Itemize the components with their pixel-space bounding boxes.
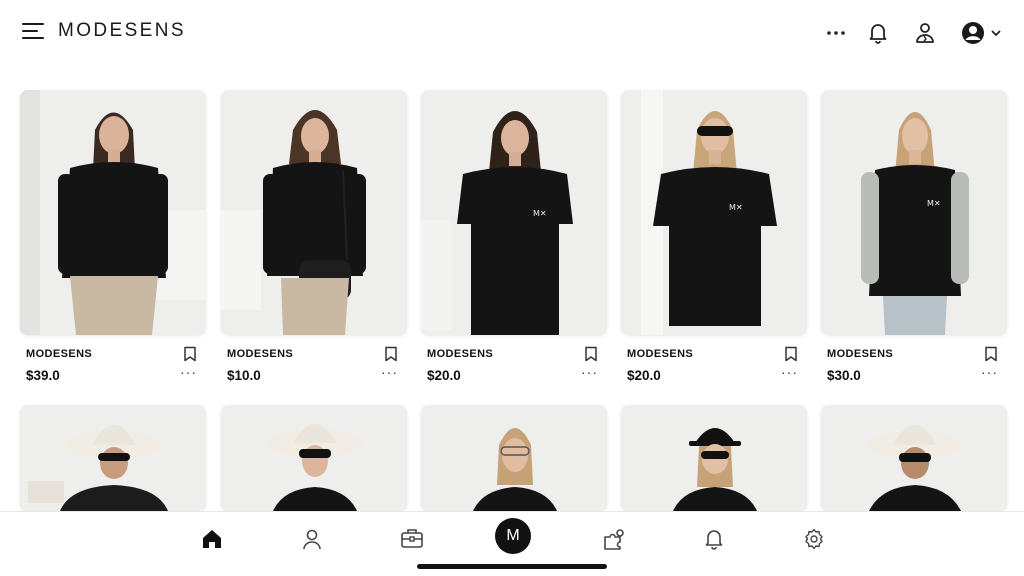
more-options-button[interactable]: ··· bbox=[180, 365, 200, 380]
more-options-button[interactable]: ··· bbox=[781, 365, 801, 380]
product-price: $39.0 bbox=[26, 368, 60, 383]
settings-icon[interactable] bbox=[799, 524, 829, 554]
bookmark-icon[interactable] bbox=[983, 346, 999, 362]
product-price: $20.0 bbox=[627, 368, 661, 383]
product-image[interactable] bbox=[221, 405, 407, 511]
product-brand: MODESENS bbox=[26, 348, 93, 360]
svg-text:M✕: M✕ bbox=[729, 203, 743, 212]
chevron-down-icon bbox=[991, 30, 1001, 37]
product-image[interactable] bbox=[20, 90, 206, 335]
bookmark-icon[interactable] bbox=[583, 346, 599, 362]
product-price: $30.0 bbox=[827, 368, 861, 383]
user-icon[interactable] bbox=[912, 20, 938, 46]
more-options-button[interactable]: ··· bbox=[581, 365, 601, 380]
product-brand: MODESENS bbox=[227, 348, 294, 360]
product-image[interactable] bbox=[821, 405, 1007, 511]
account-circle-icon[interactable] bbox=[960, 20, 1004, 46]
brand-logo[interactable]: MODESENS bbox=[58, 20, 186, 42]
svg-text:M✕: M✕ bbox=[927, 199, 941, 208]
product-brand: MODESENS bbox=[627, 348, 694, 360]
product-brand: MODESENS bbox=[827, 348, 894, 360]
product-image[interactable] bbox=[221, 90, 407, 335]
product-image[interactable] bbox=[421, 405, 607, 511]
bell-icon[interactable] bbox=[699, 524, 729, 554]
menu-icon[interactable] bbox=[22, 21, 46, 43]
product-image[interactable] bbox=[20, 405, 206, 511]
bookmark-icon[interactable] bbox=[383, 346, 399, 362]
more-horizontal-icon[interactable] bbox=[823, 20, 849, 46]
product-brand: MODESENS bbox=[427, 348, 494, 360]
svg-text:M✕: M✕ bbox=[533, 209, 547, 218]
more-options-button[interactable]: ··· bbox=[981, 365, 1001, 380]
bell-icon[interactable] bbox=[865, 20, 891, 46]
home-indicator bbox=[417, 564, 607, 569]
product-image[interactable]: M✕ bbox=[421, 90, 607, 335]
modesens-center-button[interactable]: M bbox=[495, 518, 531, 554]
product-price: $20.0 bbox=[427, 368, 461, 383]
profile-icon[interactable] bbox=[297, 524, 327, 554]
home-icon[interactable] bbox=[197, 524, 227, 554]
top-header: MODESENS bbox=[0, 0, 1024, 66]
product-image[interactable]: M✕ bbox=[621, 90, 807, 335]
product-image[interactable] bbox=[621, 405, 807, 511]
wardrobe-icon[interactable] bbox=[397, 524, 427, 554]
puzzle-icon[interactable] bbox=[599, 524, 629, 554]
product-image[interactable]: M✕ bbox=[821, 90, 1007, 335]
product-price: $10.0 bbox=[227, 368, 261, 383]
more-options-button[interactable]: ··· bbox=[381, 365, 401, 380]
bookmark-icon[interactable] bbox=[783, 346, 799, 362]
bookmark-icon[interactable] bbox=[182, 346, 198, 362]
